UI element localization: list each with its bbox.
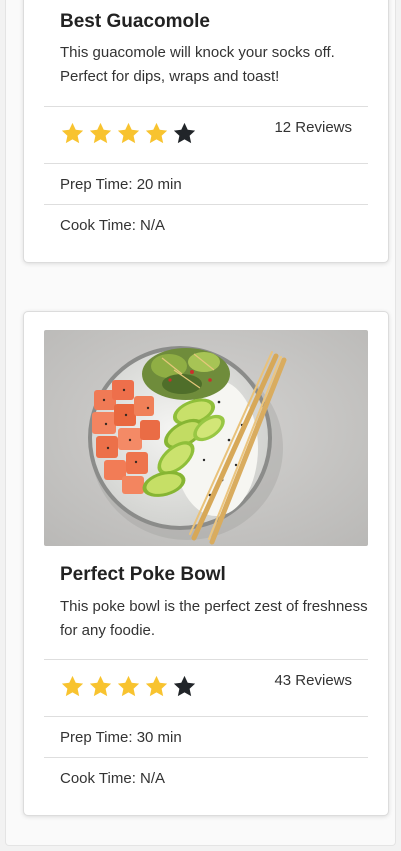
divider xyxy=(44,659,368,660)
star-rating xyxy=(60,674,197,699)
cook-time: Cook Time: N/A xyxy=(60,770,166,787)
divider xyxy=(44,163,368,164)
divider xyxy=(44,757,368,758)
recipe-list-panel: Best Guacomole This guacomole will knock… xyxy=(5,0,396,846)
recipe-description: This poke bowl is the perfect zest of fr… xyxy=(60,598,368,639)
reviews-count[interactable]: 12 Reviews xyxy=(274,119,352,136)
reviews-count[interactable]: 43 Reviews xyxy=(274,672,352,689)
star-filled-icon xyxy=(145,675,168,697)
recipe-card-poke-bowl[interactable]: Perfect Poke Bowl This poke bowl is the … xyxy=(23,311,389,816)
recipe-image[interactable] xyxy=(44,330,368,546)
star-filled-icon xyxy=(117,122,140,144)
star-empty-icon xyxy=(173,675,196,697)
star-filled-icon xyxy=(117,675,140,697)
recipe-card-guacamole[interactable]: Best Guacomole This guacomole will knock… xyxy=(23,0,389,263)
recipe-title[interactable]: Best Guacomole xyxy=(60,11,210,33)
star-empty-icon xyxy=(173,122,196,144)
divider xyxy=(44,106,368,107)
prep-time: Prep Time: 20 min xyxy=(60,176,182,193)
divider xyxy=(44,204,368,205)
divider xyxy=(44,716,368,717)
star-filled-icon xyxy=(61,122,84,144)
poke-bowl-image xyxy=(44,330,368,546)
star-rating xyxy=(60,121,197,146)
cook-time: Cook Time: N/A xyxy=(60,217,166,234)
recipe-description: This guacomole will knock your socks off… xyxy=(60,44,335,85)
star-filled-icon xyxy=(89,122,112,144)
star-filled-icon xyxy=(145,122,168,144)
star-filled-icon xyxy=(61,675,84,697)
star-filled-icon xyxy=(89,675,112,697)
prep-time: Prep Time: 30 min xyxy=(60,729,182,746)
recipe-title[interactable]: Perfect Poke Bowl xyxy=(60,564,226,586)
